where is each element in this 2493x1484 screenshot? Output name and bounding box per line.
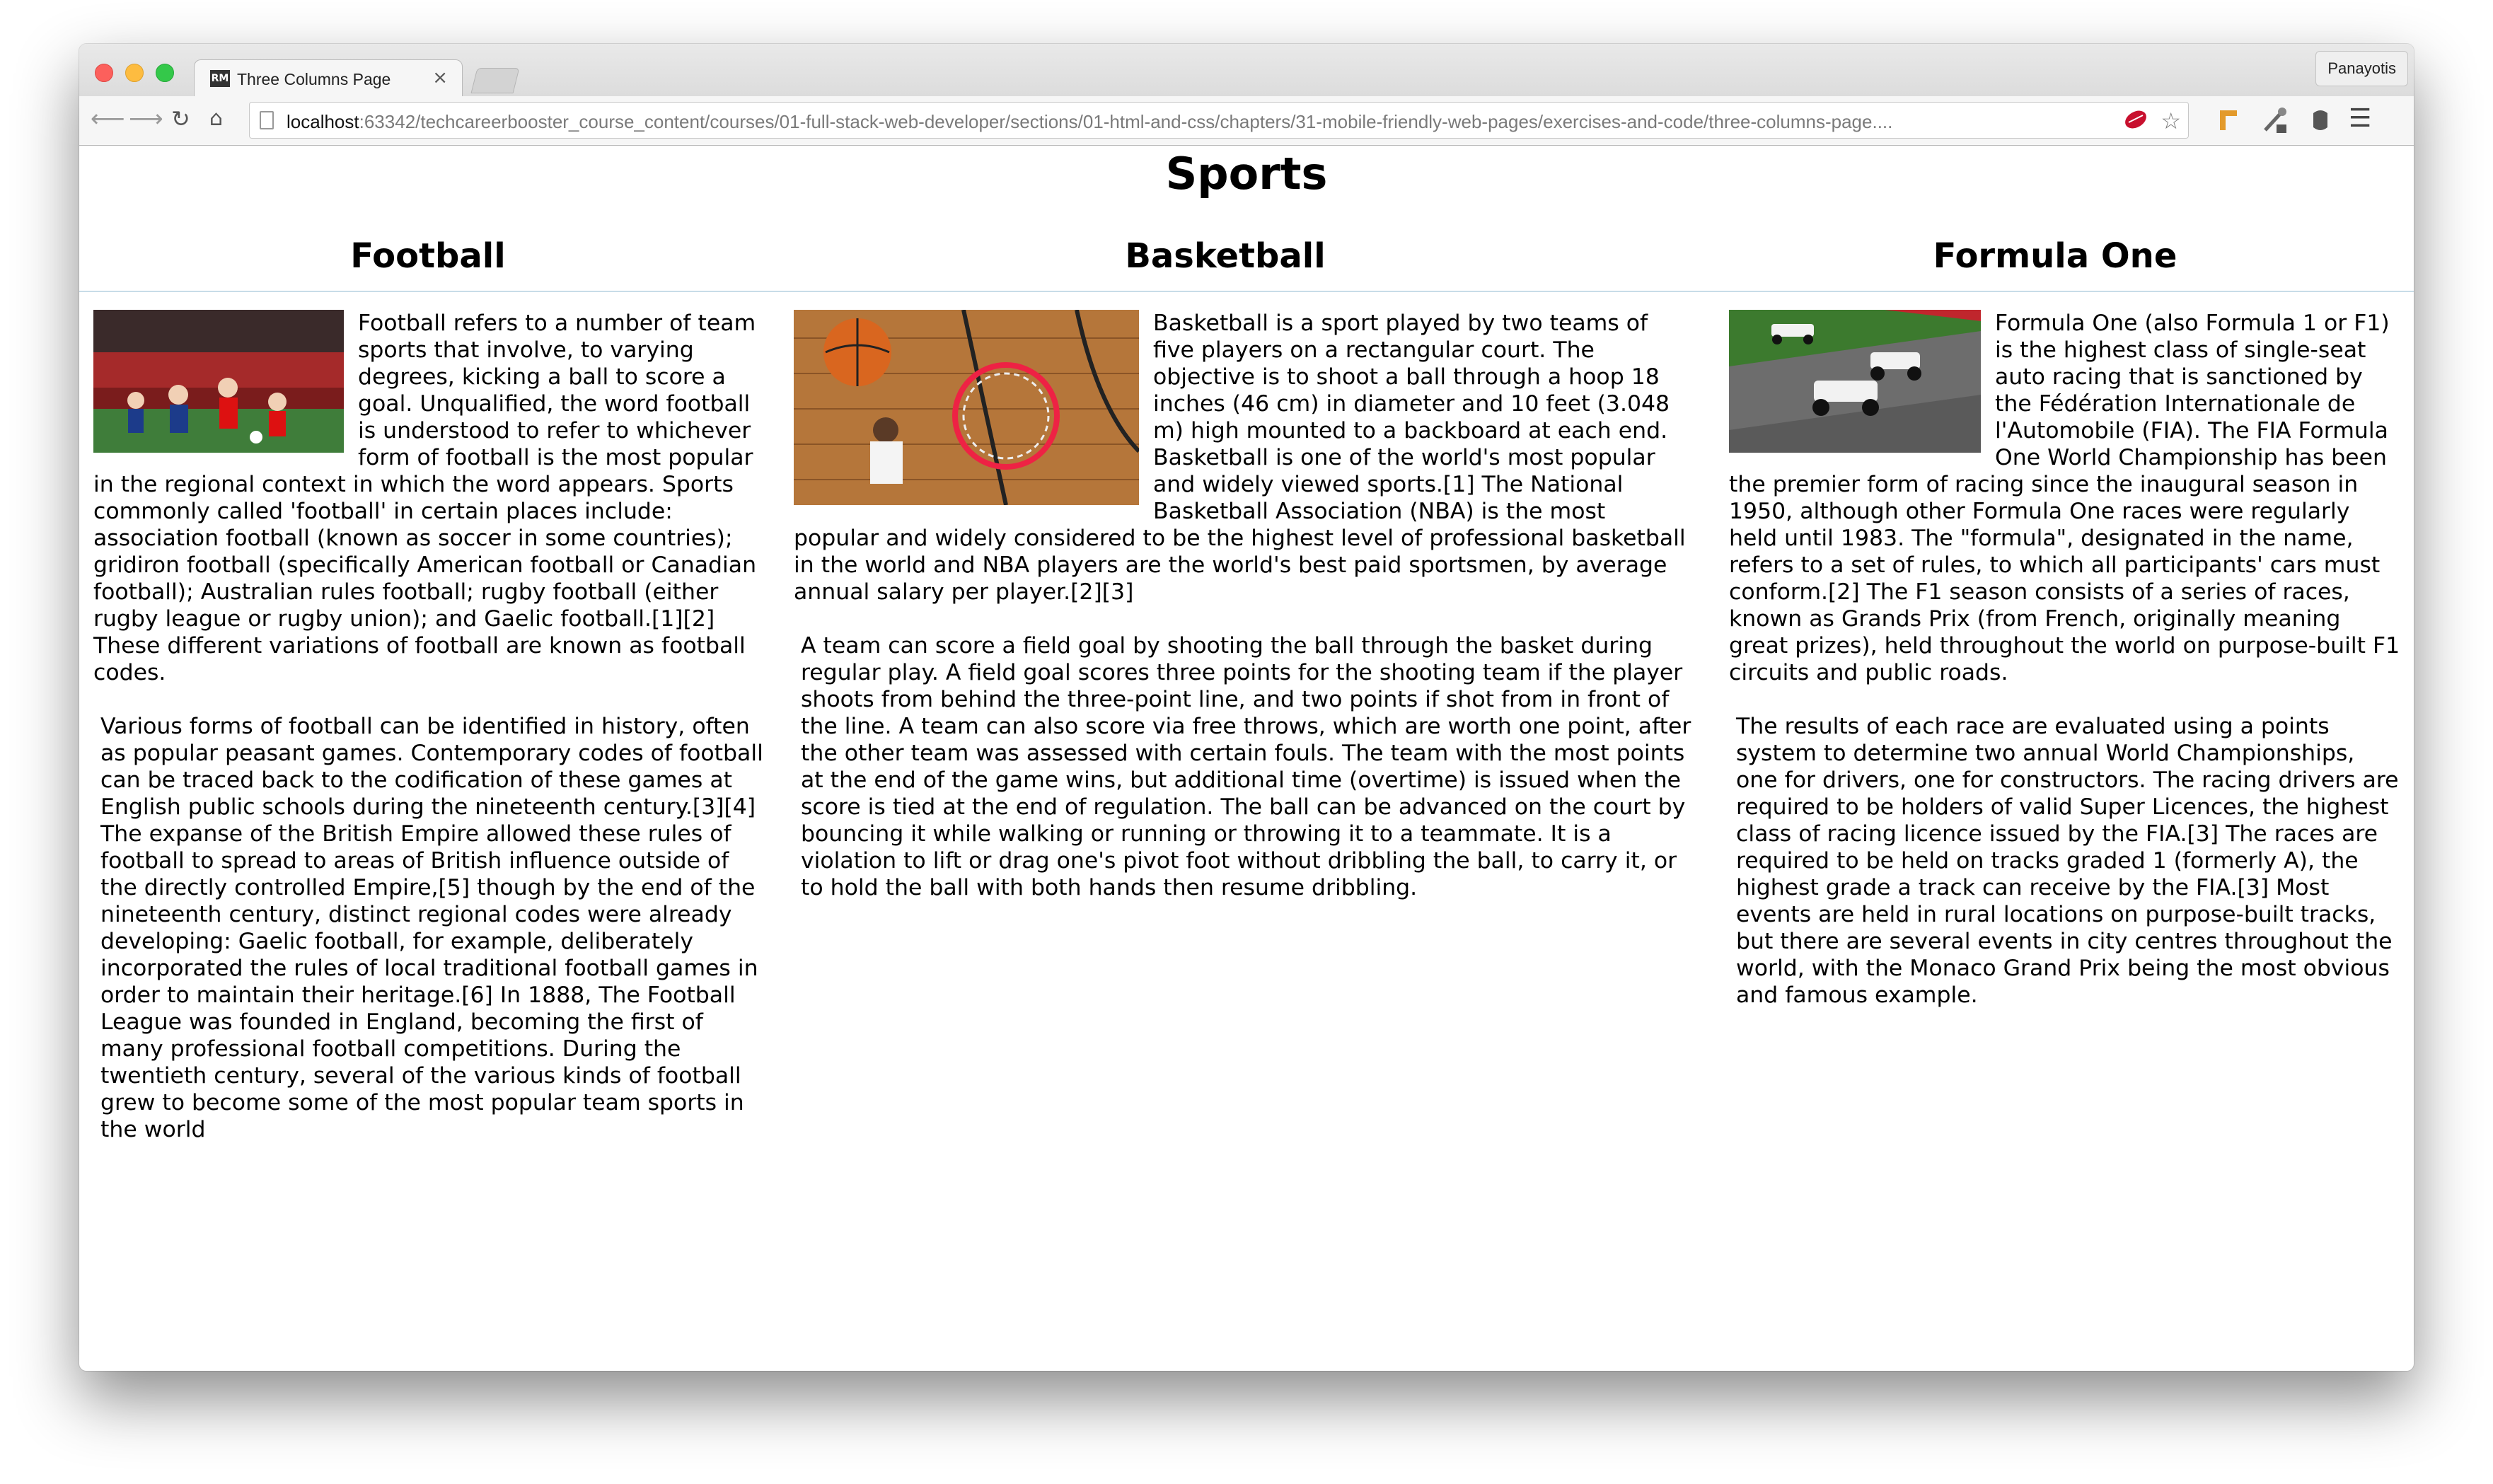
new-tab-button[interactable] xyxy=(470,68,520,93)
extension-red-icon[interactable] xyxy=(2122,105,2150,140)
url-text: localhost:63342/techcareerbooster_course… xyxy=(287,111,2076,133)
favicon-icon: RM xyxy=(210,70,230,87)
url-host: localhost xyxy=(287,111,359,132)
close-window-button[interactable] xyxy=(95,64,113,82)
formula-one-image xyxy=(1729,310,1981,453)
column-formula-one: Formula One (also Formula 1 or F1) is th… xyxy=(1729,310,2401,1036)
heading-divider xyxy=(79,291,2414,292)
url-path: :63342/techcareerbooster_course_content/… xyxy=(359,111,1893,132)
browser-toolbar: ⟵ ⟶ ↻ ⌂ localhost:63342/techcareerbooste… xyxy=(79,96,2414,146)
page-title: Sports xyxy=(1165,148,1328,199)
tab-close-icon[interactable]: × xyxy=(432,67,448,88)
column-basketball: Basketball is a sport played by two team… xyxy=(794,310,1692,928)
extension-evernote-icon[interactable] xyxy=(2308,106,2333,141)
basketball-paragraph-2: A team can score a field goal by shootin… xyxy=(801,633,1691,900)
column-heading-basketball: Basketball xyxy=(1125,236,1326,276)
column-heading-football: Football xyxy=(350,236,506,276)
web-page: Sports Football Basketball Formula One F… xyxy=(79,146,2414,1371)
zoom-window-button[interactable] xyxy=(156,64,174,82)
menu-icon[interactable]: ☰ xyxy=(2349,105,2371,133)
basketball-image xyxy=(794,310,1139,505)
back-icon[interactable]: ⟵ xyxy=(91,105,125,133)
address-bar[interactable]: localhost:63342/techcareerbooster_course… xyxy=(249,102,2189,139)
browser-tab[interactable]: RM Three Columns Page × xyxy=(194,59,463,98)
browser-window: RM Three Columns Page × Panayotis ⟵ ⟶ ↻ … xyxy=(79,44,2414,1371)
football-image xyxy=(93,310,344,453)
profile-button[interactable]: Panayotis xyxy=(2315,51,2408,86)
reload-icon[interactable]: ↻ xyxy=(171,105,190,133)
minimize-window-button[interactable] xyxy=(125,64,144,82)
tab-strip: RM Three Columns Page × Panayotis xyxy=(79,44,2414,98)
page-icon xyxy=(260,111,274,129)
forward-icon[interactable]: ⟶ xyxy=(129,105,163,133)
column-heading-formula-one: Formula One xyxy=(1933,236,2177,276)
extension-tools-icon[interactable] xyxy=(2261,106,2289,142)
tab-title: Three Columns Page xyxy=(237,70,391,88)
formula-one-paragraph-2: The results of each race are evaluated u… xyxy=(1736,714,2399,1008)
column-football: Football refers to a number of team spor… xyxy=(93,310,767,1170)
football-paragraph-2: Various forms of football can be identif… xyxy=(100,714,763,1142)
extension-bookmark-icon[interactable] xyxy=(2216,106,2240,141)
bookmark-star-icon[interactable]: ☆ xyxy=(2161,107,2181,135)
home-icon[interactable]: ⌂ xyxy=(209,105,223,133)
window-controls xyxy=(95,64,174,82)
